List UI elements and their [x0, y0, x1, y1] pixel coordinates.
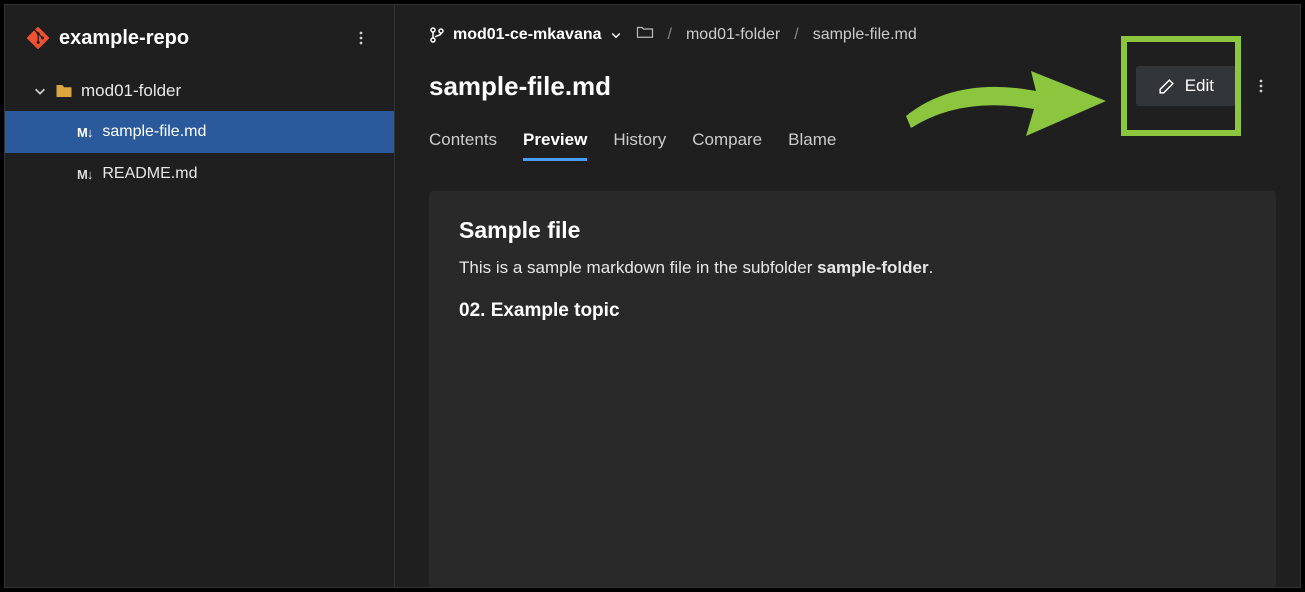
main-content: mod01-ce-mkavana / mod01-folder / sample… — [395, 5, 1300, 587]
edit-label: Edit — [1185, 76, 1214, 96]
sidebar-header: example-repo — [5, 5, 394, 65]
git-icon — [27, 27, 49, 49]
tab-history[interactable]: History — [613, 124, 666, 160]
markdown-icon: M↓ — [77, 125, 92, 140]
preview-body-suffix: . — [929, 258, 934, 277]
repo-name-label: example-repo — [59, 27, 189, 50]
tab-preview[interactable]: Preview — [523, 124, 587, 160]
preview-body-text: This is a sample markdown file in the su… — [459, 258, 817, 277]
breadcrumb-separator — [636, 23, 654, 46]
file-tabs: Contents Preview History Compare Blame — [429, 124, 1276, 161]
chevron-down-icon — [610, 29, 622, 41]
preview-panel: Sample file This is a sample markdown fi… — [429, 191, 1276, 587]
file-label: sample-file.md — [102, 123, 206, 141]
file-title: sample-file.md — [429, 71, 611, 102]
tab-contents[interactable]: Contents — [429, 124, 497, 160]
edit-button[interactable]: Edit — [1136, 66, 1236, 106]
tab-compare[interactable]: Compare — [692, 124, 762, 160]
more-vertical-icon — [1253, 78, 1269, 94]
preview-heading: Sample file — [459, 217, 1246, 244]
chevron-down-icon — [33, 84, 47, 98]
file-label: README.md — [102, 165, 197, 183]
breadcrumb-slash: / — [668, 26, 672, 44]
tree-folder[interactable]: mod01-folder — [5, 71, 394, 111]
breadcrumb: mod01-ce-mkavana / mod01-folder / sample… — [429, 23, 1276, 46]
preview-body: This is a sample markdown file in the su… — [459, 258, 1246, 278]
breadcrumb-slash: / — [794, 26, 798, 44]
preview-subheading: 02. Example topic — [459, 300, 1246, 322]
file-header: sample-file.md Edit — [429, 66, 1276, 106]
file-tree: mod01-folder M↓ sample-file.md M↓ README… — [5, 65, 394, 195]
branch-icon — [429, 27, 445, 43]
file-actions: Edit — [1136, 66, 1276, 106]
repo-title[interactable]: example-repo — [27, 27, 189, 50]
tab-blame[interactable]: Blame — [788, 124, 836, 160]
tree-file-readme[interactable]: M↓ README.md — [5, 153, 394, 195]
file-tree-sidebar: example-repo mod01-folder M↓ sample-file… — [5, 5, 395, 587]
breadcrumb-folder[interactable]: mod01-folder — [686, 26, 780, 44]
app-root: example-repo mod01-folder M↓ sample-file… — [4, 4, 1301, 588]
folder-outline-icon — [636, 23, 654, 41]
folder-icon — [55, 82, 73, 100]
branch-name: mod01-ce-mkavana — [453, 26, 602, 44]
sidebar-more-button[interactable] — [346, 23, 376, 53]
tree-file-sample[interactable]: M↓ sample-file.md — [5, 111, 394, 153]
pencil-icon — [1158, 78, 1175, 95]
more-vertical-icon — [353, 30, 369, 46]
markdown-icon: M↓ — [77, 167, 92, 182]
folder-label: mod01-folder — [81, 81, 181, 101]
file-more-button[interactable] — [1246, 71, 1276, 101]
preview-body-strong: sample-folder — [817, 258, 928, 277]
branch-selector[interactable]: mod01-ce-mkavana — [429, 26, 622, 44]
breadcrumb-file[interactable]: sample-file.md — [813, 26, 917, 44]
